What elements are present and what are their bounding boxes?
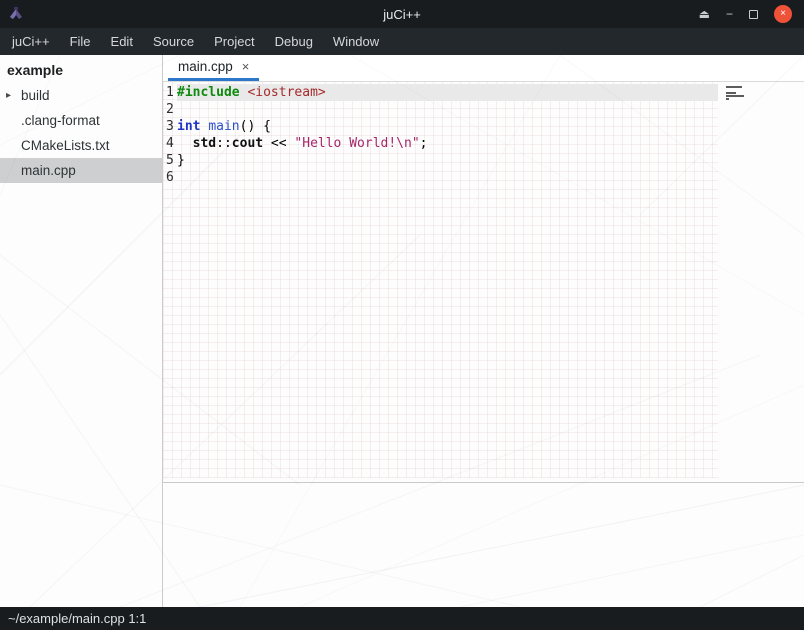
file-name: main.cpp bbox=[21, 163, 76, 178]
maximize-button[interactable] bbox=[749, 10, 758, 19]
app-icon bbox=[8, 6, 24, 22]
window-title: juCi++ bbox=[0, 7, 804, 22]
close-button[interactable]: × bbox=[774, 5, 792, 23]
status-location: ~/example/main.cpp 1:1 bbox=[8, 611, 146, 626]
file-name: build bbox=[21, 88, 50, 103]
titlebar: juCi++ ⏏ − × bbox=[0, 0, 804, 28]
menu-debug[interactable]: Debug bbox=[265, 28, 323, 55]
main-panel: main.cpp × 1#include <iostream>23int mai… bbox=[163, 55, 804, 607]
sidebar-item--clang-format[interactable]: .clang-format bbox=[0, 108, 162, 133]
sidebar-item-main-cpp[interactable]: main.cpp bbox=[0, 158, 162, 183]
statusbar: ~/example/main.cpp 1:1 bbox=[0, 607, 804, 630]
output-panel[interactable] bbox=[163, 483, 804, 607]
code-line-4[interactable]: 4 std::cout << "Hello World!\n"; bbox=[163, 135, 804, 152]
line-number: 3 bbox=[163, 118, 177, 135]
file-tree: example ▸build .clang-format CMakeLists.tx… bbox=[0, 55, 163, 607]
line-number: 5 bbox=[163, 152, 177, 169]
tabbar: main.cpp × bbox=[163, 55, 804, 82]
code-lines: 1#include <iostream>23int main() {4 std:… bbox=[163, 84, 804, 186]
code-line-2[interactable]: 2 bbox=[163, 101, 804, 118]
project-root-label[interactable]: example bbox=[0, 55, 162, 83]
line-number: 6 bbox=[163, 169, 177, 186]
code-text bbox=[177, 101, 718, 118]
menu-source[interactable]: Source bbox=[143, 28, 204, 55]
menu-window[interactable]: Window bbox=[323, 28, 389, 55]
expander-icon[interactable]: ▸ bbox=[6, 90, 21, 101]
menu-project[interactable]: Project bbox=[204, 28, 264, 55]
eject-icon[interactable]: ⏏ bbox=[699, 8, 710, 20]
code-text: } bbox=[177, 152, 718, 169]
code-line-3[interactable]: 3int main() { bbox=[163, 118, 804, 135]
window-controls: ⏏ − × bbox=[699, 5, 792, 23]
tab-main-cpp[interactable]: main.cpp × bbox=[168, 55, 259, 81]
sidebar-item-build[interactable]: ▸build bbox=[0, 83, 162, 108]
code-line-5[interactable]: 5} bbox=[163, 152, 804, 169]
line-number: 1 bbox=[163, 84, 177, 101]
code-text: std::cout << "Hello World!\n"; bbox=[177, 135, 718, 152]
sidebar-item-cmakelists-txt[interactable]: CMakeLists.txt bbox=[0, 133, 162, 158]
minimap[interactable] bbox=[726, 86, 747, 103]
line-number: 4 bbox=[163, 135, 177, 152]
code-text bbox=[177, 169, 718, 186]
tab-close-icon[interactable]: × bbox=[242, 59, 250, 74]
code-line-1[interactable]: 1#include <iostream> bbox=[163, 84, 804, 101]
menu-file[interactable]: File bbox=[60, 28, 101, 55]
app-window: juCi++ ⏏ − × juCi++FileEditSourceProject… bbox=[0, 0, 804, 630]
line-number: 2 bbox=[163, 101, 177, 118]
code-editor[interactable]: 1#include <iostream>23int main() {4 std:… bbox=[163, 82, 804, 483]
code-text: #include <iostream> bbox=[177, 84, 718, 101]
menu-juci[interactable]: juCi++ bbox=[2, 28, 60, 55]
menubar: juCi++FileEditSourceProjectDebugWindow bbox=[0, 28, 804, 55]
tab-label: main.cpp bbox=[178, 59, 233, 74]
code-text: int main() { bbox=[177, 118, 718, 135]
file-name: .clang-format bbox=[21, 113, 100, 128]
file-list: ▸build .clang-format CMakeLists.txt main.cp… bbox=[0, 83, 162, 183]
code-line-6[interactable]: 6 bbox=[163, 169, 804, 186]
file-name: CMakeLists.txt bbox=[21, 138, 110, 153]
menu-edit[interactable]: Edit bbox=[101, 28, 143, 55]
content-area: example ▸build .clang-format CMakeLists.tx… bbox=[0, 55, 804, 607]
minimize-button[interactable]: − bbox=[726, 8, 733, 20]
